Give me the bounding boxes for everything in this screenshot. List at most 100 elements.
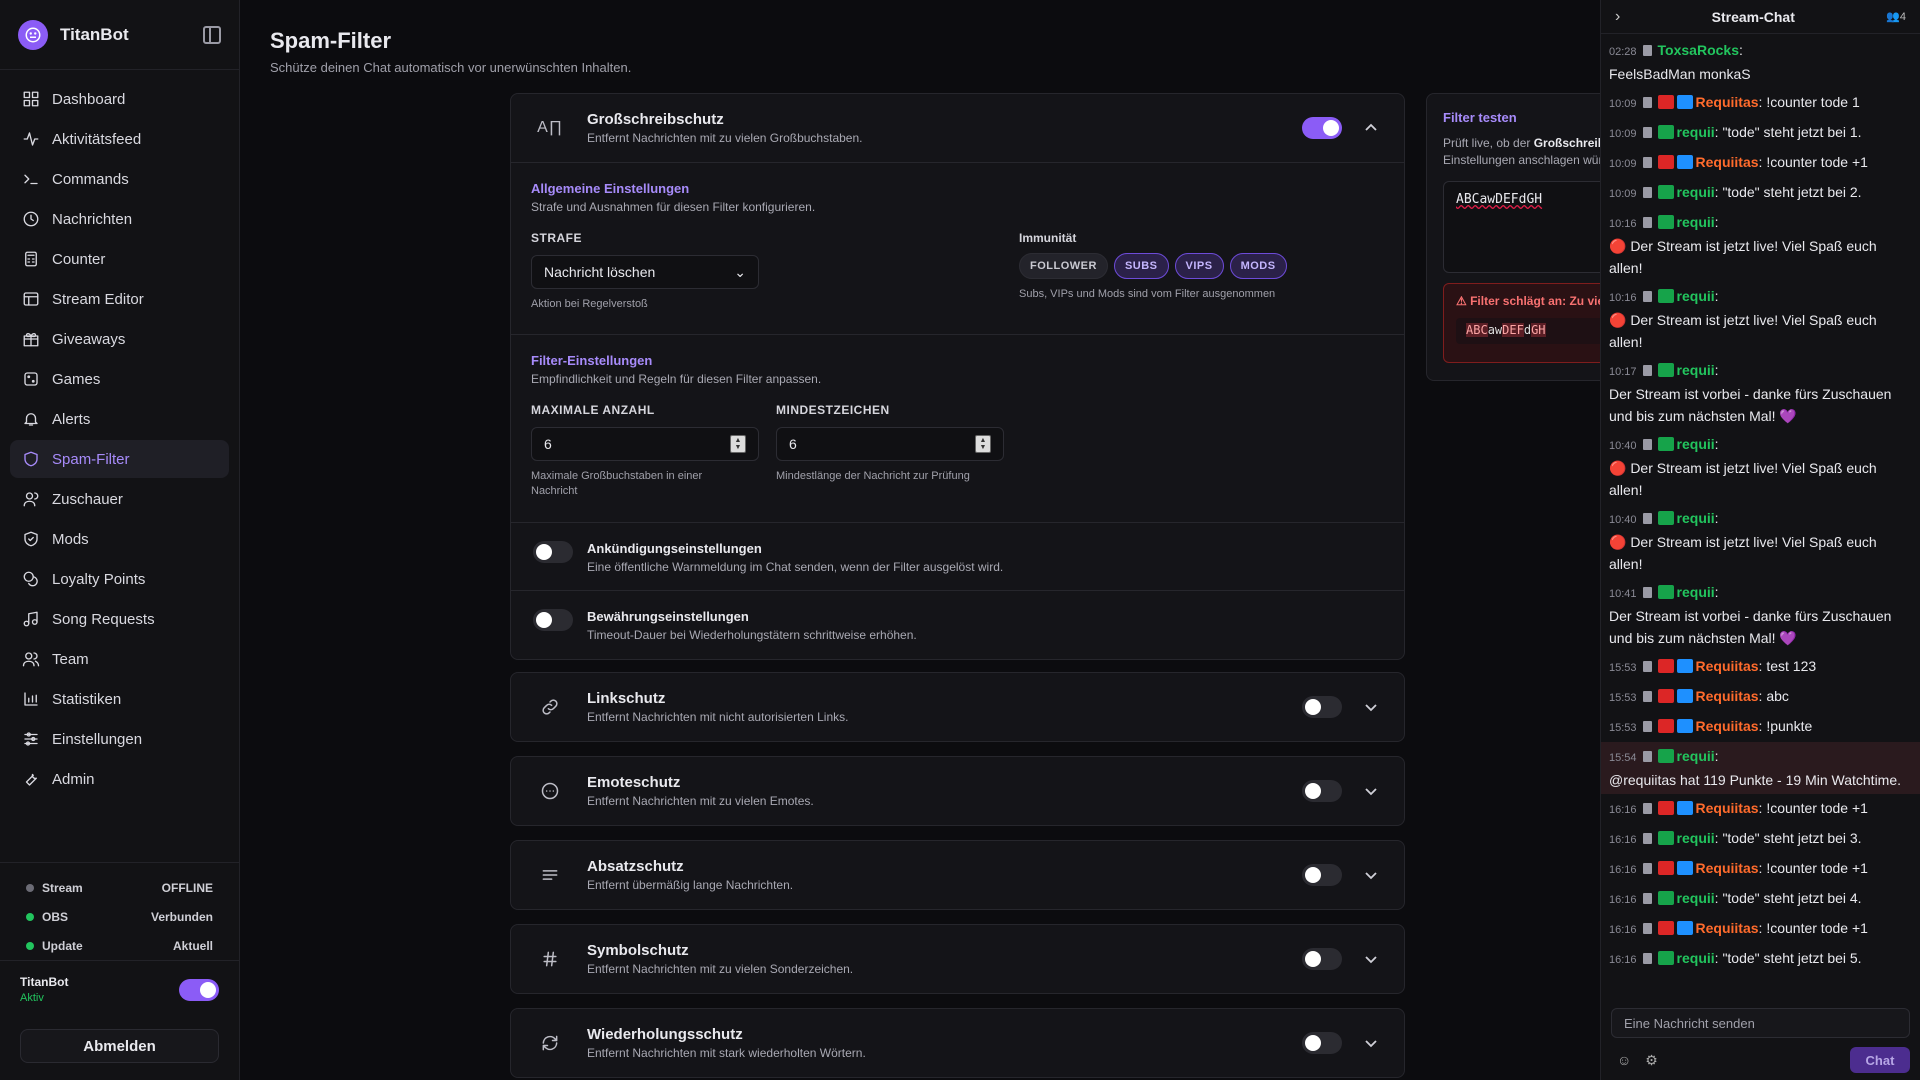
trash-icon[interactable] — [1642, 187, 1652, 198]
sidebar-item-statistiken[interactable]: Statistiken — [10, 680, 229, 718]
sidebar-item-spam-filter[interactable]: Spam-Filter — [10, 440, 229, 478]
chat-username[interactable]: Requiitas — [1696, 920, 1759, 936]
chat-username[interactable]: Requiitas — [1696, 688, 1759, 704]
chat-username[interactable]: requii — [1677, 830, 1715, 846]
chat-username[interactable]: Requiitas — [1696, 154, 1759, 170]
chat-username[interactable]: requii — [1677, 124, 1715, 140]
chat-username[interactable]: requii — [1677, 362, 1715, 378]
filter-toggle[interactable] — [1302, 864, 1342, 886]
sidebar-item-team[interactable]: Team — [10, 640, 229, 678]
chat-username[interactable]: Requiitas — [1696, 94, 1759, 110]
trash-icon[interactable] — [1642, 833, 1652, 844]
sidebar-item-commands[interactable]: Commands — [10, 160, 229, 198]
chat-username[interactable]: requii — [1677, 436, 1715, 452]
sidebar-item-counter[interactable]: Counter — [10, 240, 229, 278]
chat-username[interactable]: Requiitas — [1696, 800, 1759, 816]
trash-icon[interactable] — [1642, 513, 1652, 524]
chat-message: 10:17 requii: Der Stream ist vorbei - dan… — [1609, 356, 1912, 430]
trash-icon[interactable] — [1642, 439, 1652, 450]
bot-toggle[interactable] — [179, 978, 219, 1001]
emoji-icon[interactable]: ☺ — [1617, 1052, 1631, 1068]
sidebar-item-dashboard[interactable]: Dashboard — [10, 80, 229, 118]
trash-icon[interactable] — [1642, 721, 1652, 732]
chevron-down-icon[interactable] — [1356, 784, 1386, 798]
min-chars-input[interactable]: 6 ▲ ▼ — [776, 427, 1004, 461]
filter-toggle[interactable] — [1302, 1032, 1342, 1054]
status-dot — [26, 883, 34, 892]
trash-icon[interactable] — [1642, 863, 1652, 874]
trash-icon[interactable] — [1642, 97, 1652, 108]
immunity-pill-subs[interactable]: SUBS — [1113, 253, 1169, 279]
trash-icon[interactable] — [1642, 587, 1652, 598]
stepper-icon[interactable]: ▲ ▼ — [975, 435, 991, 453]
chevron-down-icon[interactable] — [1356, 868, 1386, 882]
logout-button[interactable]: Abmelden — [20, 1029, 219, 1063]
settings-icon[interactable]: ⚙ — [1645, 1052, 1658, 1069]
trash-icon[interactable] — [1642, 751, 1652, 762]
chat-username[interactable]: requii — [1677, 214, 1715, 230]
chevron-down-icon[interactable] — [1356, 952, 1386, 966]
trash-icon[interactable] — [1642, 365, 1652, 376]
filter-toggle[interactable] — [1302, 696, 1342, 718]
sidebar-item-loyalty-points[interactable]: Loyalty Points — [10, 560, 229, 598]
chat-username[interactable]: requii — [1677, 950, 1715, 966]
sidebar-item-mods[interactable]: Mods — [10, 520, 229, 558]
sidebar-item-stream-editor[interactable]: Stream Editor — [10, 280, 229, 318]
chat-input[interactable]: Eine Nachricht senden — [1611, 1008, 1910, 1038]
max-count-input[interactable]: 6 ▲ ▼ — [531, 427, 759, 461]
trash-icon[interactable] — [1642, 803, 1652, 814]
filter-card-header[interactable]: Emoteschutz Entfernt Nachrichten mit zu v… — [511, 757, 1404, 825]
sidebar-item-song-requests[interactable]: Song Requests — [10, 600, 229, 638]
sidebar-item-zuschauer[interactable]: Zuschauer — [10, 480, 229, 518]
sidebar-item-einstellungen[interactable]: Einstellungen — [10, 720, 229, 758]
chat-username[interactable]: ToxsaRocks — [1658, 42, 1739, 58]
trash-icon[interactable] — [1642, 217, 1652, 228]
trash-icon[interactable] — [1642, 923, 1652, 934]
trash-icon[interactable] — [1642, 691, 1652, 702]
sidebar-item-nachrichten[interactable]: Nachrichten — [10, 200, 229, 238]
filter-test-input[interactable]: ABCawDEFdGH — [1443, 181, 1600, 273]
sidebar-item-aktivit-tsfeed[interactable]: Aktivitätsfeed — [10, 120, 229, 158]
stepper-icon[interactable]: ▲ ▼ — [730, 435, 746, 453]
chat-username[interactable]: Requiitas — [1696, 658, 1759, 674]
sidebar-item-giveaways[interactable]: Giveaways — [10, 320, 229, 358]
chat-message: 15:53 Requiitas: !punkte — [1609, 718, 1813, 734]
trash-icon[interactable] — [1642, 291, 1652, 302]
trash-icon[interactable] — [1642, 45, 1652, 56]
filter-card-header[interactable]: Wiederholungsschutz Entfernt Nachrichten … — [511, 1009, 1404, 1077]
probation-toggle[interactable] — [533, 609, 573, 631]
trash-icon[interactable] — [1642, 661, 1652, 672]
filter-card-header[interactable]: Linkschutz Entfernt Nachrichten mit nicht… — [511, 673, 1404, 741]
chevron-down-icon[interactable] — [1356, 700, 1386, 714]
chat-username[interactable]: requii — [1677, 510, 1715, 526]
sidebar-item-admin[interactable]: Admin — [10, 760, 229, 798]
caps-filter-toggle[interactable] — [1302, 117, 1342, 139]
sidebar-item-alerts[interactable]: Alerts — [10, 400, 229, 438]
immunity-pill-vips[interactable]: VIPS — [1174, 253, 1224, 279]
trash-icon[interactable] — [1642, 953, 1652, 964]
chevron-down-icon[interactable] — [1356, 1036, 1386, 1050]
chevron-up-icon[interactable] — [1356, 121, 1386, 135]
filter-card-header[interactable]: Symbolschutz Entfernt Nachrichten mit zu … — [511, 925, 1404, 993]
filter-card-header[interactable]: Absatzschutz Entfernt übermäßig lange Nac… — [511, 841, 1404, 909]
immunity-pill-follower[interactable]: FOLLOWER — [1019, 253, 1108, 279]
trash-icon[interactable] — [1642, 127, 1652, 138]
announce-toggle[interactable] — [533, 541, 573, 563]
penalty-select[interactable]: Nachricht löschen ⌄ — [531, 255, 759, 289]
send-chat-button[interactable]: Chat — [1850, 1047, 1910, 1073]
chat-username[interactable]: requii — [1677, 584, 1715, 600]
sidebar-item-games[interactable]: Games — [10, 360, 229, 398]
sidebar-collapse-icon[interactable] — [203, 25, 221, 44]
immunity-pill-mods[interactable]: MODS — [1229, 253, 1287, 279]
chat-username[interactable]: requii — [1677, 184, 1715, 200]
trash-icon[interactable] — [1642, 893, 1652, 904]
chat-username[interactable]: Requiitas — [1696, 718, 1759, 734]
chat-username[interactable]: requii — [1677, 288, 1715, 304]
chat-username[interactable]: Requiitas — [1696, 860, 1759, 876]
caps-filter-header[interactable]: A∏ Großschreibschutz Entfernt Nachrichte… — [511, 94, 1404, 162]
chat-username[interactable]: requii — [1677, 890, 1715, 906]
trash-icon[interactable] — [1642, 157, 1652, 168]
filter-toggle[interactable] — [1302, 780, 1342, 802]
chat-username[interactable]: requii — [1677, 748, 1715, 764]
filter-toggle[interactable] — [1302, 948, 1342, 970]
